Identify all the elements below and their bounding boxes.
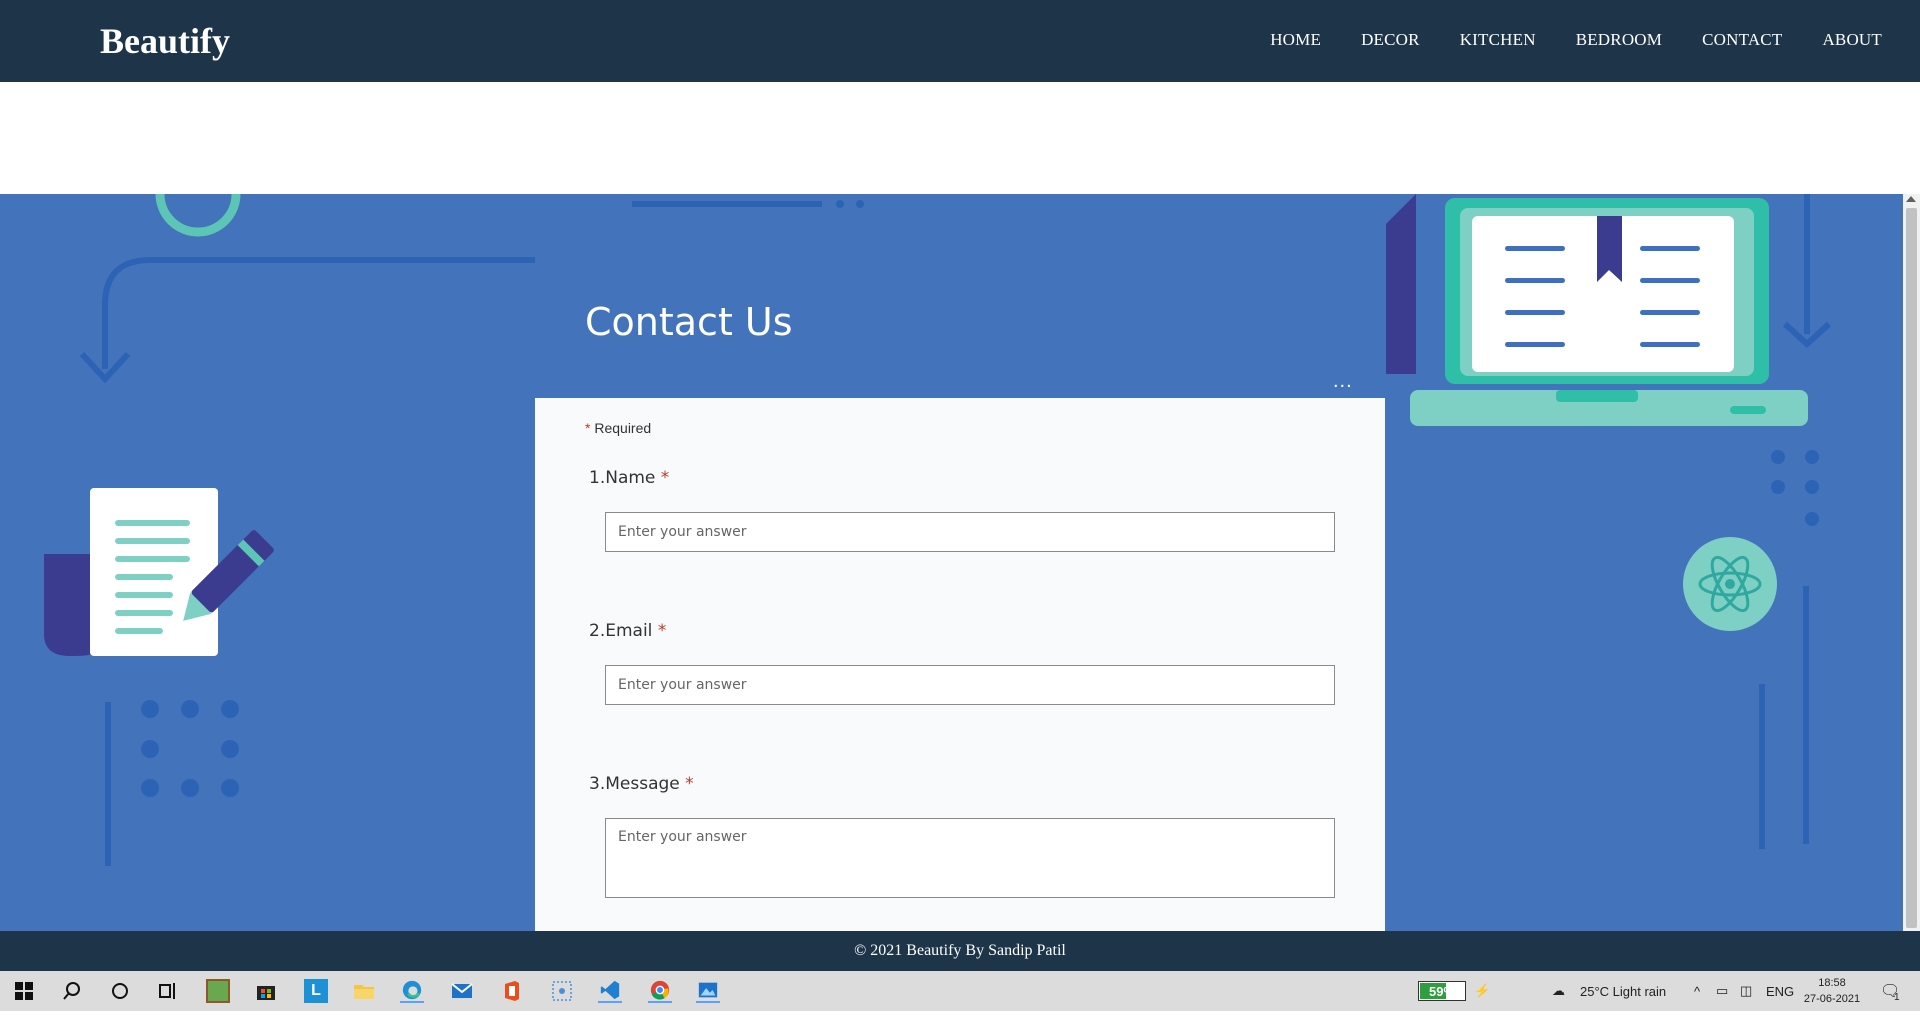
arrow-line-icon [102, 257, 535, 369]
required-star-icon: * [657, 621, 667, 641]
nav-kitchen[interactable]: KITCHEN [1460, 30, 1536, 50]
snipping-icon[interactable] [550, 979, 574, 1003]
footer-copyright: © 2021 Beautify By Sandip Patil [854, 942, 1066, 959]
atom-icon [1683, 537, 1777, 631]
search-icon[interactable] [60, 979, 84, 1003]
scrollbar-thumb[interactable] [1906, 208, 1917, 928]
question-label: Email [605, 621, 653, 641]
photos-icon[interactable] [696, 979, 720, 1003]
more-options-icon[interactable]: ... [1333, 370, 1353, 393]
office-icon[interactable] [500, 979, 524, 1003]
question-email-label: 2.Email * [589, 621, 666, 641]
question-label: Name [605, 468, 656, 488]
document-pencil-icon [44, 488, 274, 656]
page-title: Contact Us [585, 300, 793, 344]
nav-home[interactable]: HOME [1270, 30, 1321, 50]
clock[interactable]: 18:58 27-06-2021 [1800, 975, 1864, 1007]
vscode-icon[interactable] [598, 979, 622, 1003]
minecraft-icon[interactable] [206, 979, 230, 1003]
question-label: Message [605, 774, 680, 794]
required-star-icon: * [585, 420, 591, 436]
question-number: 1. [589, 468, 606, 488]
nav-contact[interactable]: CONTACT [1702, 30, 1782, 50]
navbar: Beautify HOME DECOR KITCHEN BEDROOM CONT… [0, 0, 1920, 82]
nav-decor[interactable]: DECOR [1361, 30, 1420, 50]
mail-icon[interactable] [450, 979, 474, 1003]
laptop-book-icon [1386, 194, 1808, 426]
ring-icon [155, 194, 241, 237]
contact-form: * Required 1.Name * Enter your answer 2.… [535, 398, 1385, 931]
weather-icon[interactable]: ☁ [1552, 971, 1565, 1011]
question-message-label: 3.Message * [589, 774, 694, 794]
question-name-label: 1.Name * [589, 468, 669, 488]
brand-logo[interactable]: Beautify [100, 20, 230, 62]
footer: © 2021 Beautify By Sandip Patil [0, 931, 1920, 971]
required-star-icon: * [660, 468, 670, 488]
edge-icon[interactable] [400, 979, 424, 1003]
battery-percent: 59% [1428, 984, 1456, 999]
plug-icon: ⚡ [1474, 983, 1491, 998]
question-number: 3. [589, 774, 606, 794]
cortana-icon[interactable] [108, 979, 132, 1003]
nav-bedroom[interactable]: BEDROOM [1576, 30, 1662, 50]
question-number: 2. [589, 621, 606, 641]
windows-start-icon[interactable] [12, 979, 36, 1003]
required-note: * Required [585, 420, 651, 436]
weather-text[interactable]: 25°C Light rain [1580, 971, 1666, 1011]
notification-count: 1 [1894, 991, 1900, 1003]
scroll-up-arrow-icon[interactable] [1906, 196, 1916, 202]
l-app-icon[interactable]: L [304, 979, 328, 1003]
name-input[interactable]: Enter your answer [605, 512, 1335, 552]
required-note-label: Required [594, 420, 652, 436]
network-icon[interactable]: ▭ [1716, 971, 1728, 1011]
email-input[interactable]: Enter your answer [605, 665, 1335, 705]
chrome-icon[interactable] [648, 979, 672, 1003]
message-textarea[interactable]: Enter your answer [605, 818, 1335, 898]
battery-indicator[interactable]: 59% [1418, 981, 1466, 1001]
contact-hero: Contact Us ... * Required 1.Name * Enter… [0, 194, 1920, 931]
required-star-icon: * [685, 774, 694, 794]
clock-time: 18:58 [1818, 977, 1846, 989]
nav-about[interactable]: ABOUT [1822, 30, 1882, 50]
clock-date: 27-06-2021 [1803, 993, 1861, 1005]
store-icon[interactable] [254, 979, 278, 1003]
task-view-icon[interactable] [156, 979, 180, 1003]
file-explorer-icon[interactable] [352, 979, 376, 1003]
volume-icon[interactable]: ◫ [1740, 971, 1752, 1011]
windows-taskbar: L 59% ⚡ ☁ 25°C Light rain ^ ▭ ◫ ENG 18:5… [0, 971, 1920, 1011]
spacer [0, 82, 1920, 194]
main-nav: HOME DECOR KITCHEN BEDROOM CONTACT ABOUT [1230, 30, 1882, 50]
chevron-up-icon[interactable]: ^ [1694, 971, 1700, 1011]
language-indicator[interactable]: ENG [1766, 971, 1794, 1011]
